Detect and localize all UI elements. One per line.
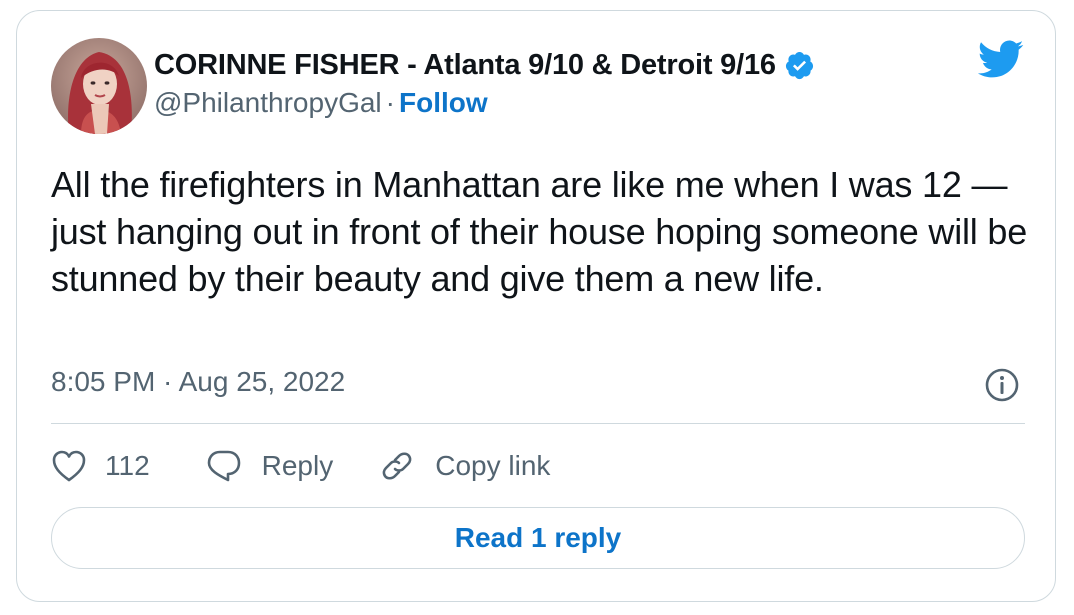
twitter-bird-icon[interactable] bbox=[976, 39, 1024, 79]
tweet-timestamp[interactable]: 8:05 PM · Aug 25, 2022 bbox=[51, 366, 345, 398]
copy-link-label: Copy link bbox=[435, 450, 551, 481]
author-name-row: CORINNE FISHER - Atlanta 9/10 & Detroit … bbox=[154, 45, 815, 85]
author-display-name[interactable]: CORINNE FISHER - Atlanta 9/10 & Detroit … bbox=[154, 49, 776, 82]
author-handle[interactable]: @PhilanthropyGal bbox=[154, 87, 382, 118]
reply-label: Reply bbox=[261, 450, 334, 481]
read-replies-button[interactable]: Read 1 reply bbox=[51, 507, 1025, 569]
info-icon[interactable] bbox=[984, 367, 1020, 403]
divider bbox=[51, 423, 1025, 424]
avatar[interactable] bbox=[51, 38, 147, 134]
tweet-card: CORINNE FISHER - Atlanta 9/10 & Detroit … bbox=[16, 10, 1056, 602]
avatar-image bbox=[51, 38, 147, 134]
reply-button[interactable]: Reply bbox=[206, 449, 334, 483]
follow-button[interactable]: Follow bbox=[399, 87, 488, 118]
verified-badge-icon bbox=[784, 50, 815, 81]
handle-separator: · bbox=[385, 87, 395, 118]
like-button[interactable]: 112 bbox=[51, 449, 150, 483]
speech-bubble-icon bbox=[206, 449, 242, 483]
copy-link-button[interactable]: Copy link bbox=[379, 448, 550, 484]
tweet-actions: 112 Reply Copy link bbox=[51, 443, 550, 489]
heart-icon bbox=[51, 449, 87, 483]
author-handle-row: @PhilanthropyGal · Follow bbox=[154, 87, 488, 119]
tweet-text: All the firefighters in Manhattan are li… bbox=[51, 164, 1028, 299]
link-icon bbox=[379, 448, 415, 484]
like-count: 112 bbox=[105, 450, 150, 481]
